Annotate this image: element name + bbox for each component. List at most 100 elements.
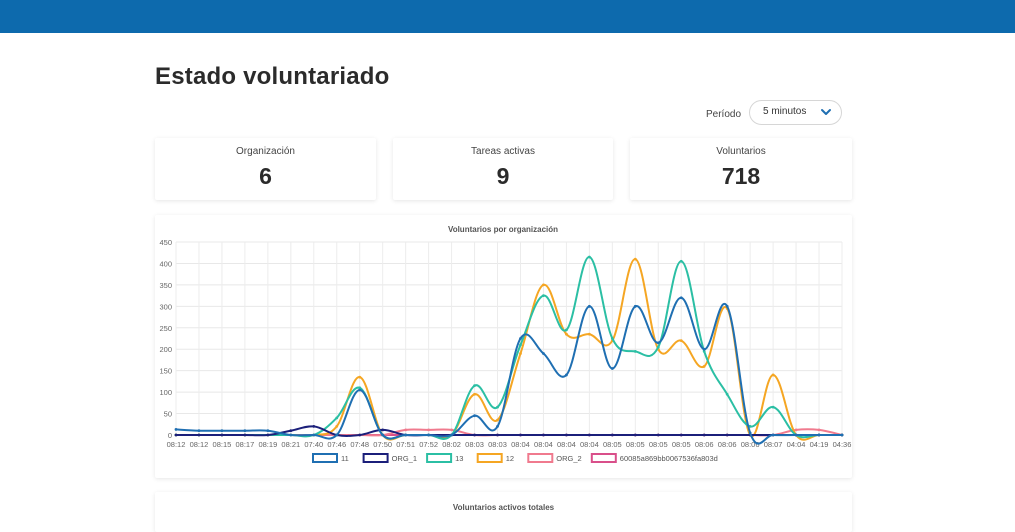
data-point xyxy=(220,429,224,433)
data-point xyxy=(679,296,683,300)
data-point xyxy=(496,425,499,428)
data-point xyxy=(702,364,706,368)
data-point xyxy=(427,433,431,437)
data-point xyxy=(679,339,683,343)
stat-label: Tareas activas xyxy=(471,146,535,157)
legend-swatch xyxy=(590,453,617,463)
legend-label: 60085a869bb0067536fa803d xyxy=(620,454,718,463)
x-tick-label: 07:52 xyxy=(419,440,438,449)
data-point xyxy=(266,433,270,437)
stat-card-organizations: Organización 6 xyxy=(155,138,376,200)
data-point xyxy=(473,433,476,437)
x-tick-label: 08:03 xyxy=(488,440,507,449)
data-point xyxy=(587,255,591,259)
data-point xyxy=(496,433,499,437)
legend-label: 13 xyxy=(455,454,463,463)
data-point xyxy=(289,433,293,437)
y-tick-label: 100 xyxy=(159,388,172,397)
x-tick-label: 07:51 xyxy=(396,440,415,449)
data-point xyxy=(817,428,821,432)
data-point xyxy=(679,259,683,263)
data-point xyxy=(381,428,385,432)
x-tick-label: 08:12 xyxy=(190,440,209,449)
data-point xyxy=(519,352,522,355)
stat-value: 718 xyxy=(721,163,761,189)
data-point xyxy=(679,433,683,437)
data-point xyxy=(587,304,591,308)
data-point xyxy=(565,433,568,437)
y-tick-label: 400 xyxy=(159,259,172,268)
y-tick-label: 200 xyxy=(159,345,172,354)
data-point xyxy=(243,429,247,433)
data-point xyxy=(565,332,568,336)
legend-label: 12 xyxy=(506,454,514,463)
data-point xyxy=(404,433,408,437)
x-tick-label: 08:04 xyxy=(511,440,530,449)
x-tick-label: 07:46 xyxy=(327,440,346,449)
x-tick-label: 08:06 xyxy=(695,440,714,449)
legend-label: ORG_1 xyxy=(392,454,417,463)
data-point xyxy=(335,433,339,437)
x-tick-label: 08:05 xyxy=(649,440,668,449)
x-tick-label: 08:04 xyxy=(534,440,553,449)
stat-card-active-tasks: Tareas activas 9 xyxy=(393,138,613,200)
data-point xyxy=(450,428,453,432)
legend-swatch xyxy=(426,453,453,463)
period-select-value: 5 minutos xyxy=(763,106,807,117)
data-point xyxy=(817,433,821,437)
data-point xyxy=(496,418,499,422)
data-point xyxy=(312,425,316,428)
data-point xyxy=(312,433,316,437)
period-select[interactable]: 5 minutos xyxy=(749,100,842,125)
legend-swatch xyxy=(362,453,389,463)
data-point xyxy=(587,332,591,336)
legend-swatch xyxy=(476,453,503,463)
scrollbar[interactable] xyxy=(1006,33,1015,512)
data-point xyxy=(496,405,499,409)
stat-value: 9 xyxy=(496,163,510,189)
data-point xyxy=(771,405,775,409)
y-tick-label: 300 xyxy=(159,302,172,311)
data-point xyxy=(381,433,385,437)
chart-card-total-active: Voluntarios activos totales xyxy=(155,492,852,532)
x-tick-label: 08:19 xyxy=(258,440,277,449)
series-line-13 xyxy=(176,256,842,440)
chart-card-volunteers-by-org: Voluntarios por organización 0 50 100 150 200… xyxy=(155,215,852,478)
line-chart: Voluntarios por organización 0 50 100 150 200… xyxy=(159,225,852,463)
data-point xyxy=(174,428,178,431)
x-tick-label: 08:12 xyxy=(167,440,186,449)
data-point xyxy=(656,341,660,345)
chart-title: Voluntarios activos totales xyxy=(452,503,555,512)
x-tick-label: 08:04 xyxy=(557,440,576,449)
x-tick-label: 07:50 xyxy=(373,440,392,449)
data-point xyxy=(335,425,339,428)
y-tick-label: 350 xyxy=(159,281,172,290)
data-point xyxy=(610,433,614,437)
x-tick-label: 08:03 xyxy=(465,440,484,449)
data-point xyxy=(656,345,660,349)
y-tick-label: 450 xyxy=(159,238,172,247)
x-tick-label: 08:15 xyxy=(213,440,232,449)
x-tick-label: 08:06 xyxy=(741,440,760,449)
data-point xyxy=(404,428,408,432)
data-point xyxy=(473,384,476,388)
x-tick-label: 04:19 xyxy=(810,440,829,449)
chevron-down-icon xyxy=(821,109,831,115)
data-point xyxy=(174,433,178,437)
data-point xyxy=(335,416,339,420)
y-tick-label: 0 xyxy=(168,431,172,440)
period-label: Período xyxy=(706,109,742,120)
x-tick-label: 07:40 xyxy=(304,440,323,449)
x-tick-label: 07:48 xyxy=(350,440,369,449)
data-point xyxy=(358,375,362,379)
stat-label: Organización xyxy=(236,146,295,157)
x-tick-label: 08:17 xyxy=(236,440,255,449)
data-point xyxy=(358,433,362,437)
data-point xyxy=(473,392,476,396)
data-point xyxy=(633,349,637,353)
data-point xyxy=(633,433,637,437)
x-tick-label: 04:36 xyxy=(833,440,852,449)
x-tick-label: 04:04 xyxy=(787,440,806,449)
y-tick-label: 150 xyxy=(159,367,172,376)
x-tick-label: 08:06 xyxy=(718,440,737,449)
